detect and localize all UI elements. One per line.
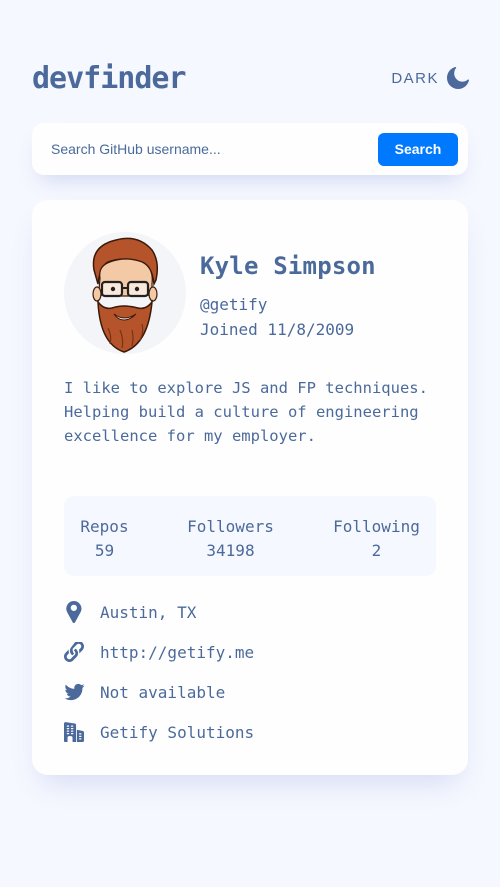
user-bio: I like to explore JS and FP techniques. … [64,379,428,445]
blog-row: http://getify.me [64,640,254,664]
search-button[interactable]: Search [378,132,458,166]
stat-following: Following 2 [332,515,421,563]
profile-card: Kyle Simpson @getify Joined 11/8/2009 I … [32,200,468,775]
avatar [64,232,186,354]
user-joined-date: Joined 11/8/2009 [200,320,355,339]
stats-box: Repos 59 Followers 34198 Following 2 [64,496,436,576]
company-row: Getify Solutions [64,720,254,744]
location-text: Austin, TX [100,602,197,622]
user-login-link[interactable]: @getify [200,295,267,314]
search-bar: Search [32,122,468,176]
stat-label: Following [333,517,420,536]
app-header: devfinder DARK [32,58,469,98]
company-text: Getify Solutions [100,722,255,742]
twitter-icon [64,683,85,701]
twitter-row: Not available [64,680,225,704]
twitter-text: Not available [100,682,226,702]
moon-icon [447,67,469,89]
stat-label: Repos [80,517,129,536]
theme-toggle-button[interactable]: DARK [391,67,469,89]
theme-toggle-label: DARK [391,69,439,87]
user-name: Kyle Simpson [200,252,376,280]
blog-link[interactable]: http://getify.me [100,643,254,662]
link-icon [64,642,84,662]
search-input[interactable] [32,122,378,176]
stat-value: 34198 [206,541,255,560]
stat-value: 59 [94,541,115,560]
location-pin-icon [66,601,82,623]
stat-label: Followers [187,517,274,536]
app-logo: devfinder [32,60,187,96]
location-row: Austin, TX [64,600,196,624]
stat-repos: Repos 59 [80,515,129,563]
building-icon [64,722,84,742]
stat-followers: Followers 34198 [186,515,275,563]
stat-value: 2 [371,541,382,560]
